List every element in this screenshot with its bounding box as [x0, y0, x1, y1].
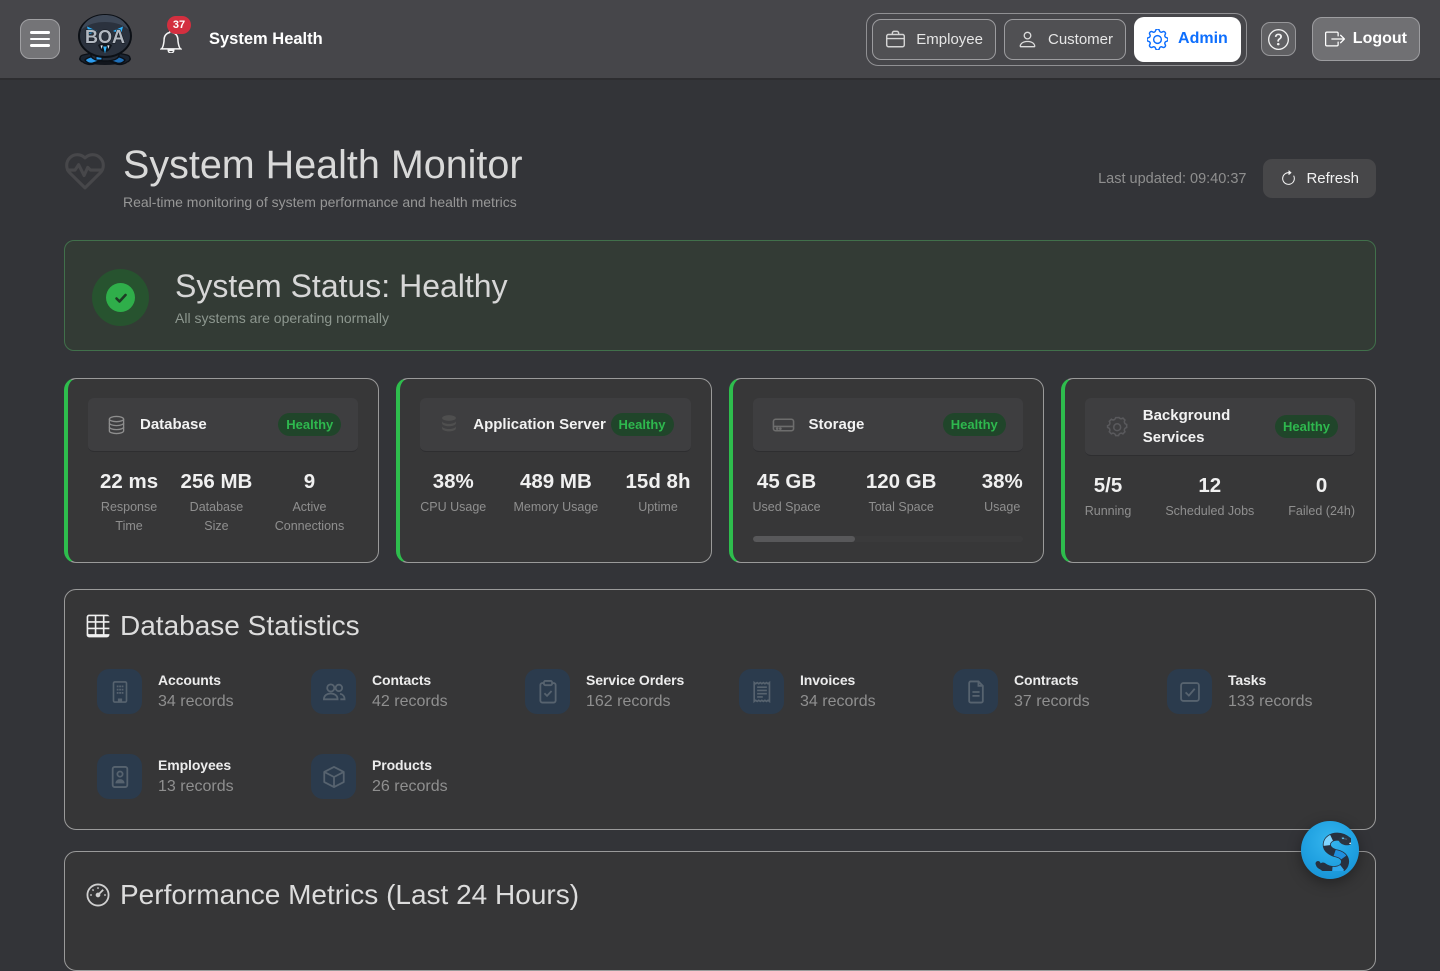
svg-text:BOA: BOA: [85, 27, 125, 47]
